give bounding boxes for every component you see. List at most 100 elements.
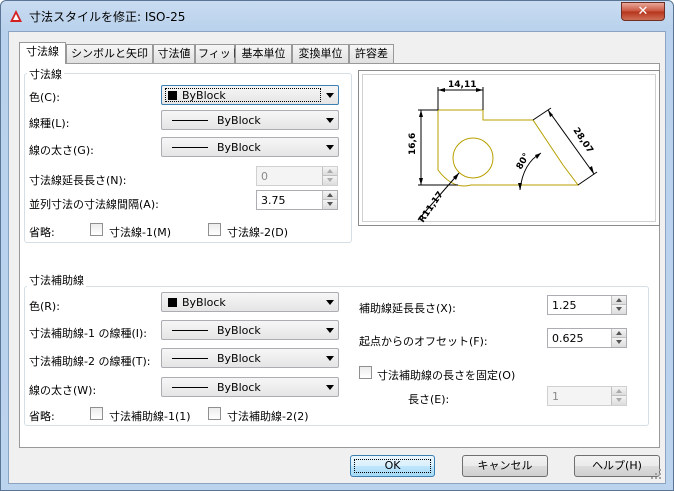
dim-extend-label: 寸法線延長長さ(N): [29, 174, 127, 187]
ext-suppress-label: 省略: [29, 410, 55, 423]
dialog-window: 寸法スタイルを修正: ISO-25 ✕ 寸法線 シンボルと矢印 寸法値 フィット… [0, 0, 674, 491]
ext-color-label: 色(R): [29, 300, 60, 313]
dim-suppress1-label[interactable]: 寸法線-1(M) [109, 224, 171, 240]
arrow-left-bottom [419, 178, 423, 185]
ext-fixed-length-label[interactable]: 寸法補助線の長さを固定(O) [377, 367, 515, 383]
ext-suppress2-checkbox[interactable] [208, 407, 221, 420]
spin-up-button[interactable] [322, 191, 337, 200]
dim-linetype-label: 線種(L): [29, 117, 70, 130]
ext-offset-spinner[interactable]: 0.625 [547, 328, 627, 348]
ext-extend-spinner[interactable]: 1.25 [547, 295, 627, 315]
title-bar[interactable]: 寸法スタイルを修正: ISO-25 ✕ [1, 1, 673, 31]
spin-up-button[interactable] [322, 167, 337, 176]
ok-button-label: OK [384, 459, 401, 472]
ext-linetype1-label: 寸法補助線-1 の線種(I): [29, 327, 147, 340]
tab-dim-lines[interactable]: 寸法線 [19, 42, 66, 64]
ext-length-spinner[interactable]: 1 [547, 386, 627, 406]
ext-lineweight-label: 線の太さ(W): [29, 384, 97, 397]
ext-lineweight-value: ByBlock [217, 381, 261, 394]
ext-extend-value: 1.25 [552, 299, 577, 312]
dim-color-select[interactable]: ByBlock [161, 85, 339, 105]
ok-button[interactable]: OK [350, 455, 435, 477]
ext-offset-label: 起点からのオフセット(F): [359, 335, 488, 348]
close-button[interactable]: ✕ [621, 2, 665, 21]
arrow-angle-1 [518, 183, 522, 190]
ext-length-value: 1 [552, 390, 559, 403]
ext-lineweight-select[interactable]: ByBlock [161, 377, 339, 397]
ext-linetype1-select[interactable]: ByBlock [161, 320, 339, 340]
dim-baseline-label: 並列寸法の寸法線間隔(A): [29, 198, 159, 211]
lineweight-sample [172, 387, 208, 388]
autocad-app-icon [10, 10, 22, 22]
dim-linetype-select[interactable]: ByBlock [161, 110, 339, 130]
ext-color-value: ByBlock [182, 296, 226, 309]
window-title: 寸法スタイルを修正: ISO-25 [29, 10, 186, 24]
spin-up-button[interactable] [611, 329, 626, 338]
dim-baseline-spinner[interactable]: 3.75 [256, 190, 338, 210]
spin-down-button[interactable] [611, 338, 626, 347]
linetype-sample [172, 120, 208, 121]
spin-up-button[interactable] [611, 387, 626, 396]
ext-suppress1-checkbox[interactable] [90, 407, 103, 420]
spin-down-button[interactable] [611, 305, 626, 314]
dim-lines-group-title: 寸法線 [27, 66, 64, 82]
help-button[interactable]: ヘルプ(H) [574, 455, 660, 477]
dim-text-top: 14,11 [448, 80, 476, 90]
resize-grip-icon[interactable] [650, 468, 662, 480]
ext-offset-value: 0.625 [552, 332, 584, 345]
spin-down-button[interactable] [611, 396, 626, 405]
ext-linetype2-value: ByBlock [217, 352, 261, 365]
ext-length-label: 長さ(E): [408, 393, 450, 406]
arrow-left-top [419, 110, 423, 117]
ext-extend-label: 補助線延長長さ(X): [359, 302, 456, 315]
tab-panel: 寸法線 色(C): ByBlock 線種(L): ByBlock 線の太さ(G)… [19, 63, 660, 448]
dropdown-arrow-icon [326, 356, 334, 361]
dropdown-arrow-icon [326, 118, 334, 123]
tab-tolerances[interactable]: 許容差 [349, 44, 394, 63]
tab-symbols-arrows[interactable]: シンボルと矢印 [66, 44, 153, 63]
preview-inner-frame: 14,11 16,6 28,07 80° R11,17 [362, 74, 656, 225]
dim-linetype-value: ByBlock [217, 114, 261, 127]
ext-fixed-length-checkbox[interactable] [359, 366, 372, 379]
dim-baseline-value: 3.75 [261, 194, 286, 207]
ext-linetype1-value: ByBlock [217, 324, 261, 337]
preview-pane: 14,11 16,6 28,07 80° R11,17 [358, 70, 660, 226]
arrow-diag-2 [589, 166, 594, 174]
ext-suppress2-label[interactable]: 寸法補助線-2(2) [227, 408, 309, 424]
spin-down-button[interactable] [322, 176, 337, 185]
tab-fit[interactable]: フィット [195, 44, 242, 63]
ext-linetype2-label: 寸法補助線-2 の線種(T): [29, 355, 151, 368]
part-hole [452, 137, 494, 179]
ext-linetype2-select[interactable]: ByBlock [161, 348, 339, 368]
color-swatch [168, 91, 177, 100]
dim-lineweight-select[interactable]: ByBlock [161, 137, 339, 157]
dim-suppress-label: 省略: [29, 226, 55, 239]
cancel-button[interactable]: キャンセル [462, 455, 548, 477]
spin-down-button[interactable] [322, 200, 337, 209]
dropdown-arrow-icon [326, 93, 334, 98]
dropdown-arrow-icon [326, 145, 334, 150]
dim-lineweight-label: 線の太さ(G): [29, 144, 94, 157]
dim-text-diag: 28,07 [571, 126, 595, 155]
dim-lineweight-value: ByBlock [217, 141, 261, 154]
lineweight-sample [172, 147, 208, 148]
dim-text-left: 16,6 [408, 133, 418, 155]
arrow-top-right [476, 88, 483, 92]
arrow-top-left [438, 88, 445, 92]
dim-suppress1-checkbox[interactable] [90, 223, 103, 236]
linetype-sample [172, 358, 208, 359]
tab-text[interactable]: 寸法値 [153, 44, 195, 63]
dim-text-radius: R11,17 [417, 190, 445, 223]
color-swatch [168, 298, 177, 307]
dropdown-arrow-icon [326, 385, 334, 390]
tab-primary-units[interactable]: 基本単位 [235, 44, 292, 63]
dim-suppress2-checkbox[interactable] [208, 223, 221, 236]
ext-suppress1-label[interactable]: 寸法補助線-1(1) [109, 408, 191, 424]
dim-extend-value: 0 [261, 170, 268, 183]
dim-extend-spinner[interactable]: 0 [256, 166, 338, 186]
tab-alternate-units[interactable]: 変換単位 [292, 44, 349, 63]
ext-lines-group-title: 寸法補助線 [27, 272, 86, 288]
spin-up-button[interactable] [611, 296, 626, 305]
dim-suppress2-label[interactable]: 寸法線-2(D) [227, 224, 288, 240]
ext-color-select[interactable]: ByBlock [161, 292, 339, 312]
